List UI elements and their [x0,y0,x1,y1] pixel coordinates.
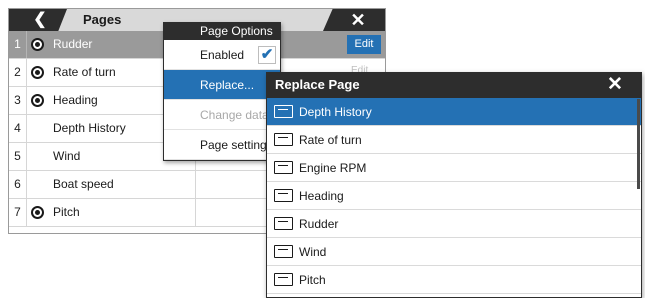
list-item-label: Wind [299,245,327,259]
row-number: 2 [9,59,27,86]
rudder-icon [274,217,293,230]
row-label: Wind [53,149,81,163]
page-enabled-icon [31,66,44,79]
page-options-menu: Page Options Enabled ✔ Replace... Change… [163,22,281,161]
row-number: 3 [9,87,27,114]
list-item-label: Depth History [299,105,372,119]
scrollbar[interactable] [637,99,640,189]
list-item-heading[interactable]: Heading [267,182,641,210]
replace-page-header: Replace Page ✕ [267,73,641,98]
list-item-pitch[interactable]: Pitch [267,266,641,294]
row-label: Pitch [53,205,80,219]
menu-item-replace[interactable]: Replace... [164,70,280,100]
depth-history-icon [274,105,293,118]
heading-icon [274,189,293,202]
row-number: 1 [9,31,27,58]
row-label: Rate of turn [53,65,116,79]
rate-of-turn-icon [274,133,293,146]
menu-item-label: Replace... [200,78,255,92]
page-options-title: Page Options [164,23,280,40]
page-enabled-icon [31,38,44,51]
row-number: 7 [9,199,27,226]
row-label: Rudder [53,37,93,51]
row-label: Heading [53,93,98,107]
list-item-rate-of-turn[interactable]: Rate of turn [267,126,641,154]
list-item-label: Rudder [299,217,339,231]
replace-page-dialog: Replace Page ✕ Depth History Rate of tur… [266,72,642,298]
replace-page-list: Depth History Rate of turn Engine RPM He… [267,98,641,294]
checkmark-icon: ✔ [260,46,274,63]
row-number: 6 [9,171,27,198]
page-enabled-icon [31,206,44,219]
list-item-label: Engine RPM [299,161,367,175]
page-title: Pages [83,12,122,27]
chevron-left-icon[interactable]: ❮ [31,11,49,29]
row-number: 4 [9,115,27,142]
menu-item-label: Change data [200,108,269,122]
pitch-icon [274,273,293,286]
row-label: Boat speed [53,177,114,191]
list-item-label: Heading [299,189,344,203]
list-item-depth-history[interactable]: Depth History [267,98,641,126]
list-item-engine-rpm[interactable]: Engine RPM [267,154,641,182]
menu-item-label: Page settings [200,138,273,152]
menu-item-page-settings[interactable]: Page settings [164,130,280,160]
engine-rpm-icon [274,161,293,174]
close-icon[interactable]: ✕ [349,11,367,29]
column-divider [195,199,196,226]
wind-icon [274,245,293,258]
dialog-title: Replace Page [275,77,360,92]
column-divider [195,171,196,198]
page-enabled-icon [31,94,44,107]
list-item-wind[interactable]: Wind [267,238,641,266]
menu-item-enabled[interactable]: Enabled ✔ [164,40,280,70]
row-label: Depth History [53,121,126,135]
edit-button[interactable]: Edit [347,35,381,54]
menu-item-change-data: Change data [164,100,280,130]
row-number: 5 [9,143,27,170]
list-item-rudder[interactable]: Rudder [267,210,641,238]
checkbox-enabled[interactable]: ✔ [258,46,276,64]
close-icon[interactable]: ✕ [605,75,625,95]
list-item-label: Pitch [299,273,326,287]
list-item-label: Rate of turn [299,133,362,147]
menu-item-label: Enabled [200,48,245,62]
